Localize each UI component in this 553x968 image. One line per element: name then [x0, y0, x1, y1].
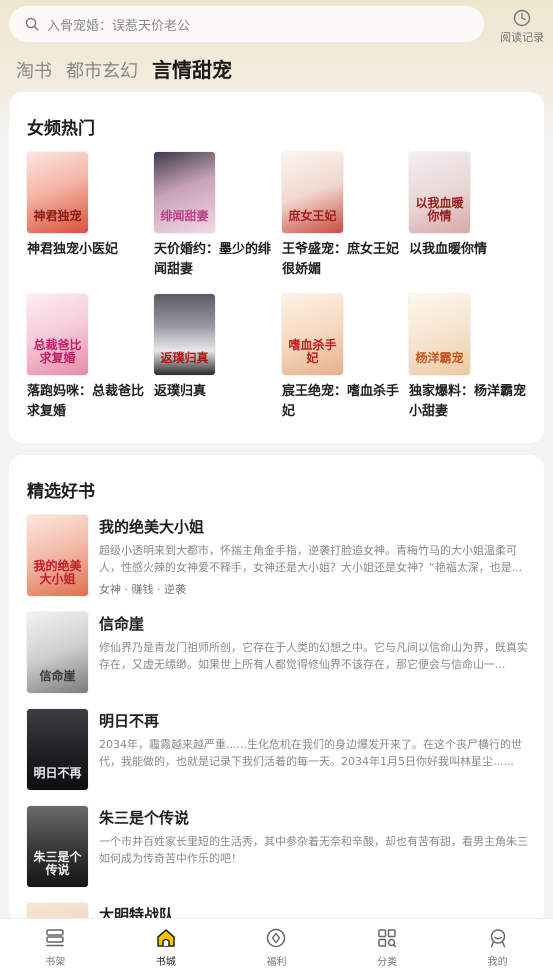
category-tabs: 淘书 都市玄幻 言情甜宠 [16, 54, 246, 83]
cover-title: 庶女王妃 [288, 209, 337, 223]
book-title: 神君独宠小医妃 [27, 242, 119, 257]
book-cover: 明日不再 [27, 709, 88, 790]
bottom-navigation: 书架 书城 福利 分类 我的 [0, 918, 553, 968]
cover-title: 嗜血杀手妃 [288, 338, 337, 365]
bookshelf-icon [46, 929, 65, 947]
featured-books-section: 精选好书 我的绝美大小姐 我的绝美大小姐 超级小透明来到大都市，怀揣主角金手指，… [9, 455, 544, 925]
book-description: 一个市井百姓家长里短的生活秀，其中参杂着无奈和辛酸，却也有苦有甜，看男主角朱三如… [99, 835, 528, 865]
nav-label: 书架 [45, 957, 66, 968]
book-title: 我的绝美大小姐 [99, 518, 205, 536]
book-card[interactable]: 庶女王妃 王爷盛宠：庶女王妃很娇媚 [282, 152, 402, 280]
book-card[interactable]: 以我血暖你情 以我血暖你情 [409, 152, 529, 260]
nav-label: 分类 [377, 957, 398, 968]
book-cover: 庶女王妃 [282, 152, 343, 233]
list-item[interactable]: 明日不再 明日不再 2034年，霾霧越来越严重......生化危机在我们的身边爆… [27, 709, 532, 793]
search-bar[interactable]: 入骨宠婚：误惹天价老公 [9, 6, 484, 42]
search-placeholder: 入骨宠婚：误惹天价老公 [47, 18, 191, 34]
female-hot-section: 女频热门 神君独宠 神君独宠小医妃 绯闻甜妻 天价婚约：墨少的绯闻甜妻 庶女王妃… [9, 92, 544, 443]
cover-title: 以我血暖你情 [415, 196, 464, 223]
nav-profile[interactable]: 我的 [442, 919, 553, 968]
book-title: 返璞归真 [154, 384, 207, 399]
cover-title: 杨洋霸宠 [415, 351, 464, 365]
cover-title: 信命崖 [39, 669, 76, 683]
book-card[interactable]: 绯闻甜妻 天价婚约：墨少的绯闻甜妻 [154, 152, 274, 280]
book-description: 修仙界乃是青龙门祖师所创，它存在于人类的幻想之中。它与凡间以信命山为界，既真实存… [99, 641, 528, 671]
cover-title: 总裁爸比求复婚 [33, 338, 82, 365]
category-icon [378, 929, 397, 948]
book-title: 宸王绝宠：嗜血杀手妃 [282, 384, 400, 419]
reading-history-label: 阅读记录 [500, 31, 544, 44]
nav-welfare[interactable]: 福利 [221, 919, 332, 968]
book-cover: 绯闻甜妻 [154, 152, 215, 233]
nav-bookshelf[interactable]: 书架 [0, 919, 111, 968]
list-item[interactable]: 朱三是个传说 朱三是个传说 一个市井百姓家长里短的生活秀，其中参杂着无奈和辛酸，… [27, 806, 532, 890]
book-title: 朱三是个传说 [99, 809, 190, 827]
book-title: 以我血暖你情 [409, 242, 488, 257]
cover-title: 明日不再 [33, 766, 82, 780]
list-item[interactable]: 我的绝美大小姐 我的绝美大小姐 超级小透明来到大都市，怀揣主角金手指，逆袭打脸追… [27, 515, 532, 599]
cover-title: 神君独宠 [33, 209, 82, 223]
bookstore-icon [157, 929, 175, 947]
reading-history-button[interactable]: 阅读记录 [497, 9, 547, 45]
book-cover: 嗜血杀手妃 [282, 294, 343, 375]
cover-title: 我的绝美大小姐 [33, 559, 82, 586]
cover-title: 朱三是个传说 [33, 850, 82, 877]
tab-urban-fantasy[interactable]: 都市玄幻 [66, 57, 138, 83]
top-bar: 入骨宠婚：误惹天价老公 阅读记录 淘书 都市玄幻 言情甜宠 [0, 0, 553, 88]
book-title: 落跑妈咪：总裁爸比求复婚 [27, 384, 145, 419]
book-description: 2034年，霾霧越来越严重......生化危机在我们的身边爆发开来了。在这个丧尸… [99, 738, 522, 768]
book-card[interactable]: 杨洋霸宠 独家爆料：杨洋霸宠小甜妻 [409, 294, 529, 422]
nav-label: 书城 [155, 957, 176, 968]
clock-icon [513, 9, 531, 27]
book-tags: 女神 · 赚钱 · 逆袭 [99, 583, 186, 596]
book-title: 王爷盛宠：庶女王妃很娇媚 [282, 242, 400, 277]
book-cover: 总裁爸比求复婚 [27, 294, 88, 375]
book-cover: 我的绝美大小姐 [27, 515, 88, 596]
book-cover: 返璞归真 [154, 294, 215, 375]
list-item[interactable]: 信命崖 信命崖 修仙界乃是青龙门祖师所创，它存在于人类的幻想之中。它与凡间以信命… [27, 612, 532, 696]
cover-title: 绯闻甜妻 [160, 209, 209, 223]
book-cover: 杨洋霸宠 [409, 294, 470, 375]
nav-bookstore[interactable]: 书城 [111, 919, 222, 968]
book-card[interactable]: 神君独宠 神君独宠小医妃 [27, 152, 147, 260]
book-title: 信命崖 [99, 615, 145, 633]
section-title: 女频热门 [27, 119, 95, 139]
profile-icon [490, 929, 505, 948]
welfare-icon [267, 928, 286, 948]
book-title: 独家爆料：杨洋霸宠小甜妻 [409, 384, 527, 419]
book-card[interactable]: 返璞归真 返璞归真 [154, 294, 274, 402]
book-cover: 朱三是个传说 [27, 806, 88, 887]
book-cover: 以我血暖你情 [409, 152, 470, 233]
nav-label: 福利 [266, 957, 287, 968]
search-icon [25, 17, 39, 31]
book-description: 超级小透明来到大都市，怀揣主角金手指，逆袭打脸追女神。青梅竹马的大小姐温柔可人，… [99, 544, 523, 574]
nav-label: 我的 [487, 957, 508, 968]
tab-taoshu[interactable]: 淘书 [16, 57, 52, 83]
book-title: 明日不再 [99, 712, 160, 730]
book-title: 天价婚约：墨少的绯闻甜妻 [154, 242, 272, 277]
cover-title: 返璞归真 [160, 351, 209, 365]
book-cover: 信命崖 [27, 612, 88, 693]
book-cover: 神君独宠 [27, 152, 88, 233]
tab-romance[interactable]: 言情甜宠 [152, 54, 232, 83]
book-card[interactable]: 总裁爸比求复婚 落跑妈咪：总裁爸比求复婚 [27, 294, 147, 422]
section-title: 精选好书 [27, 482, 95, 502]
nav-category[interactable]: 分类 [332, 919, 443, 968]
book-card[interactable]: 嗜血杀手妃 宸王绝宠：嗜血杀手妃 [282, 294, 402, 422]
